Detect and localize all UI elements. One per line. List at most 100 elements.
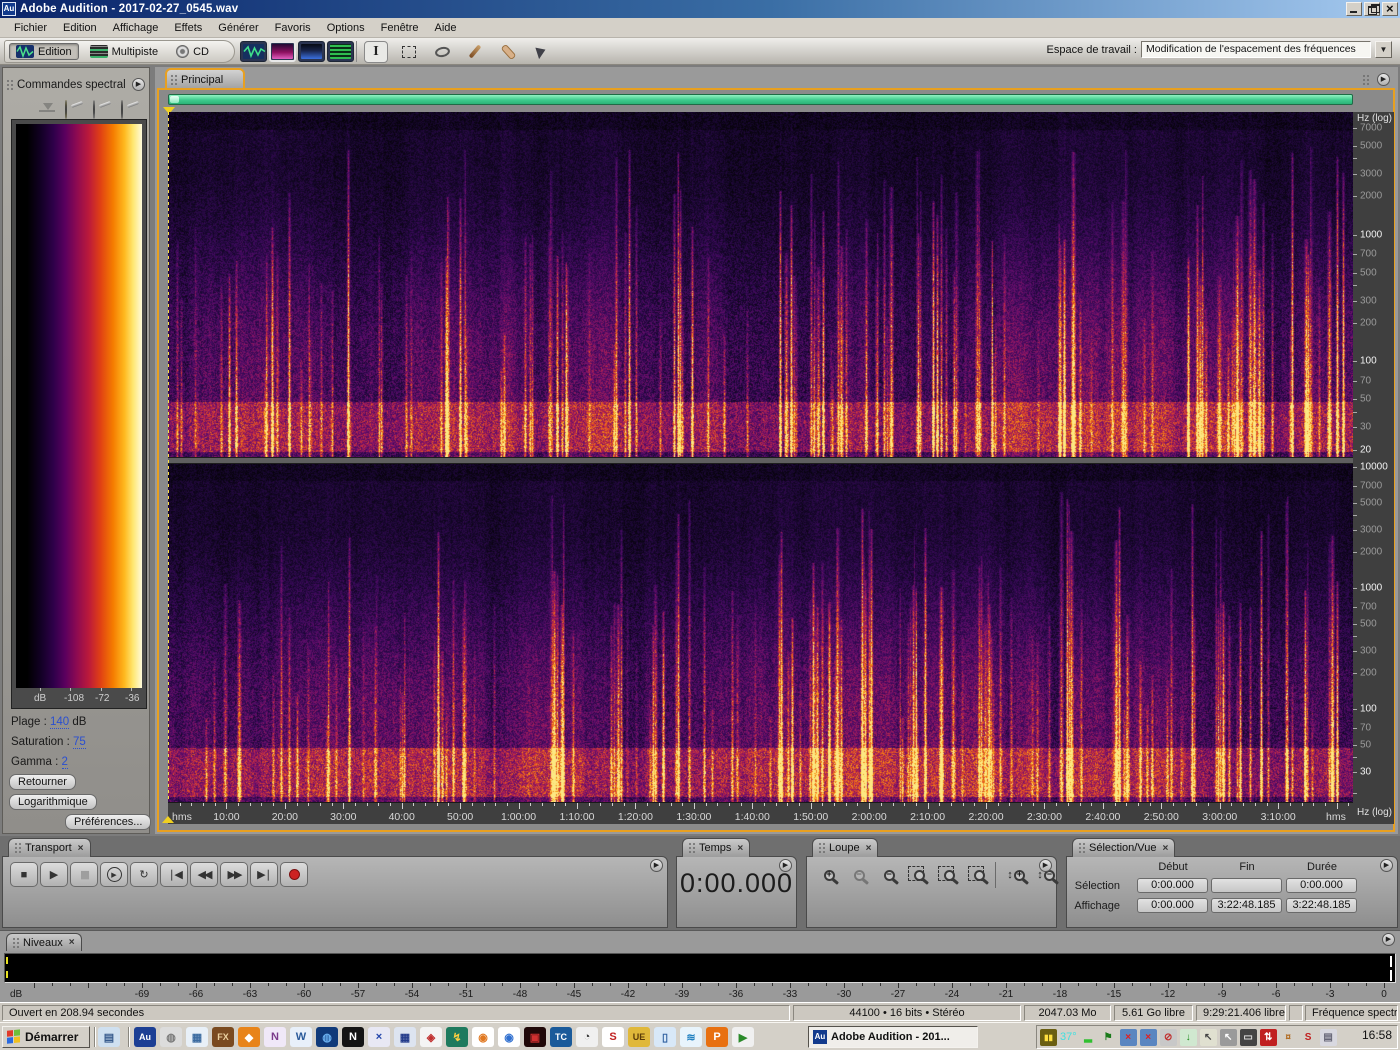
- selection-menu-button[interactable]: ▶: [1380, 859, 1393, 872]
- workspace-select[interactable]: Modification de l'espacement des fréquen…: [1141, 41, 1371, 58]
- selection-field-0-1[interactable]: [1211, 878, 1282, 893]
- time-ruler[interactable]: 10:00 20:00 30:00 40:00 50:00 1:00:00 1:10:00 1…: [168, 802, 1353, 824]
- gradient-brush-icon[interactable]: [121, 100, 139, 119]
- flip-button[interactable]: Retourner: [9, 774, 76, 790]
- media-player-icon[interactable]: ▶: [732, 1027, 754, 1047]
- play-from-cursor-button[interactable]: ▶: [100, 862, 128, 887]
- spectrogram-area[interactable]: [168, 112, 1353, 802]
- zoom-close-icon[interactable]: ×: [866, 843, 872, 854]
- onenote-icon[interactable]: N: [264, 1027, 286, 1047]
- spectrogram-right-channel[interactable]: [168, 464, 1353, 802]
- x-tool-icon[interactable]: ×: [368, 1027, 390, 1047]
- calculator-icon[interactable]: ▦: [186, 1027, 208, 1047]
- go-to-start-button[interactable]: ❘◀: [160, 862, 188, 887]
- zoom-in-horizontal-button[interactable]: +: [816, 864, 842, 886]
- cursor-icon[interactable]: ↖: [1219, 1028, 1237, 1046]
- brush-select-icon[interactable]: [65, 100, 83, 119]
- close-button[interactable]: [1382, 1, 1398, 16]
- cd-blocked-icon[interactable]: ⊘: [1159, 1028, 1177, 1046]
- level-meter[interactable]: [4, 953, 1396, 983]
- zoom-tab[interactable]: Loupe ×: [812, 838, 879, 857]
- menu-affichage[interactable]: Affichage: [105, 20, 167, 36]
- phase-view-button[interactable]: [327, 41, 354, 62]
- horizontal-scrollbar[interactable]: [168, 94, 1353, 105]
- camera-app-icon[interactable]: ▣: [524, 1027, 546, 1047]
- flag-icon[interactable]: ⚑: [1100, 1029, 1117, 1046]
- menu-aide[interactable]: Aide: [427, 20, 465, 36]
- spectral-view-button[interactable]: [269, 41, 296, 62]
- ultraedit-icon[interactable]: UE: [628, 1027, 650, 1047]
- plage-value[interactable]: 140: [50, 716, 70, 729]
- channel-divider[interactable]: [168, 457, 1353, 464]
- stop-button[interactable]: ■: [10, 862, 38, 887]
- marquee-selection-tool[interactable]: [397, 41, 421, 63]
- selection-view-tab[interactable]: Sélection/Vue ×: [1072, 838, 1176, 857]
- minimize-button[interactable]: [1346, 2, 1362, 16]
- selection-field-1-0[interactable]: 0:00.000: [1137, 898, 1208, 913]
- zoom-in-vertical-button[interactable]: ↕ +: [1003, 864, 1029, 886]
- selection-field-1-2[interactable]: 3:22:48.185: [1286, 898, 1357, 913]
- time-close-icon[interactable]: ×: [737, 843, 743, 854]
- orange-app-icon[interactable]: ◆: [238, 1027, 260, 1047]
- mouse-icon[interactable]: ¤: [1280, 1029, 1297, 1046]
- zoom-to-selection-button[interactable]: [906, 864, 932, 886]
- planet-icon[interactable]: ◍: [316, 1027, 338, 1047]
- menu-options[interactable]: Options: [319, 20, 373, 36]
- sbp-app-icon[interactable]: S: [602, 1027, 624, 1047]
- transport-tab[interactable]: Transport ×: [8, 838, 91, 857]
- effects-brush-tool[interactable]: [463, 41, 487, 63]
- doc-panel-menu-button[interactable]: ▶: [1377, 73, 1390, 86]
- battery-icon[interactable]: ▭: [1239, 1028, 1257, 1046]
- swoosh-app-icon[interactable]: ≋: [680, 1027, 702, 1047]
- time-selection-tool[interactable]: I: [364, 40, 388, 63]
- levels-tab[interactable]: Niveaux ×: [6, 933, 82, 951]
- s-utility-icon[interactable]: S: [1300, 1029, 1317, 1046]
- compass-icon[interactable]: ◔: [576, 1027, 598, 1047]
- zoom-menu-button[interactable]: ▶: [1039, 859, 1052, 872]
- selection-field-0-2[interactable]: 0:00.000: [1286, 878, 1357, 893]
- mode-button-multipiste[interactable]: Multipiste: [83, 43, 165, 60]
- play-button[interactable]: ▶: [40, 862, 68, 887]
- sync-icon[interactable]: ⇅: [1259, 1028, 1277, 1046]
- time-menu-button[interactable]: ▶: [779, 859, 792, 872]
- mode-button-cd[interactable]: CD: [169, 43, 216, 60]
- menu-edition[interactable]: Edition: [55, 20, 105, 36]
- brush-deselect-icon[interactable]: [93, 100, 111, 119]
- start-button[interactable]: Démarrer: [2, 1026, 90, 1048]
- playhead-bottom-marker[interactable]: [162, 816, 174, 823]
- scrollbar-handle[interactable]: [170, 96, 179, 103]
- logarithmic-button[interactable]: Logarithmique: [9, 794, 97, 810]
- waveform-view-button[interactable]: [240, 41, 267, 62]
- zoom-out-full-button[interactable]: −: [876, 864, 902, 886]
- spectral-colormap-gradient[interactable]: [16, 124, 142, 688]
- spectral-pan-view-button[interactable]: [298, 41, 325, 62]
- go-to-end-button[interactable]: ▶❘: [250, 862, 278, 887]
- zoom-selection-left-button[interactable]: [936, 864, 962, 886]
- rewind-button[interactable]: ◀◀: [190, 862, 218, 887]
- show-desktop-icon[interactable]: ▤: [98, 1027, 120, 1047]
- zoom-out-horizontal-button[interactable]: −: [846, 864, 872, 886]
- saturation-value[interactable]: 75: [73, 736, 86, 749]
- n-black-app-icon[interactable]: N: [342, 1027, 364, 1047]
- record-button[interactable]: [280, 862, 308, 887]
- panel-menu-button[interactable]: ▶: [132, 78, 145, 91]
- update-icon[interactable]: ↓: [1179, 1028, 1197, 1046]
- pause-indicator-icon[interactable]: ▮▮: [1040, 1028, 1057, 1046]
- lightning-app-icon[interactable]: ↯: [446, 1027, 468, 1047]
- playhead-line[interactable]: [168, 112, 169, 802]
- documents-icon[interactable]: ▤: [1319, 1028, 1337, 1046]
- menu-fichier[interactable]: Fichier: [6, 20, 55, 36]
- globe-blue-icon[interactable]: ◉: [498, 1027, 520, 1047]
- selection-close-icon[interactable]: ×: [1162, 843, 1168, 854]
- panel-grip[interactable]: [6, 79, 14, 91]
- mode-button-edition[interactable]: Edition: [9, 43, 79, 60]
- pointer-device-icon[interactable]: ↖: [1199, 1028, 1217, 1046]
- taskbar-task-audition[interactable]: Au Adobe Audition - 201...: [808, 1026, 978, 1048]
- word-icon[interactable]: W: [290, 1027, 312, 1047]
- menu-fentre[interactable]: Fenêtre: [373, 20, 427, 36]
- pdf-icon[interactable]: P: [706, 1027, 728, 1047]
- loop-button[interactable]: ↻: [130, 862, 158, 887]
- globe-orange-icon[interactable]: ◉: [472, 1027, 494, 1047]
- time-tab[interactable]: Temps ×: [682, 838, 751, 857]
- spectrogram-left-channel[interactable]: [168, 112, 1353, 457]
